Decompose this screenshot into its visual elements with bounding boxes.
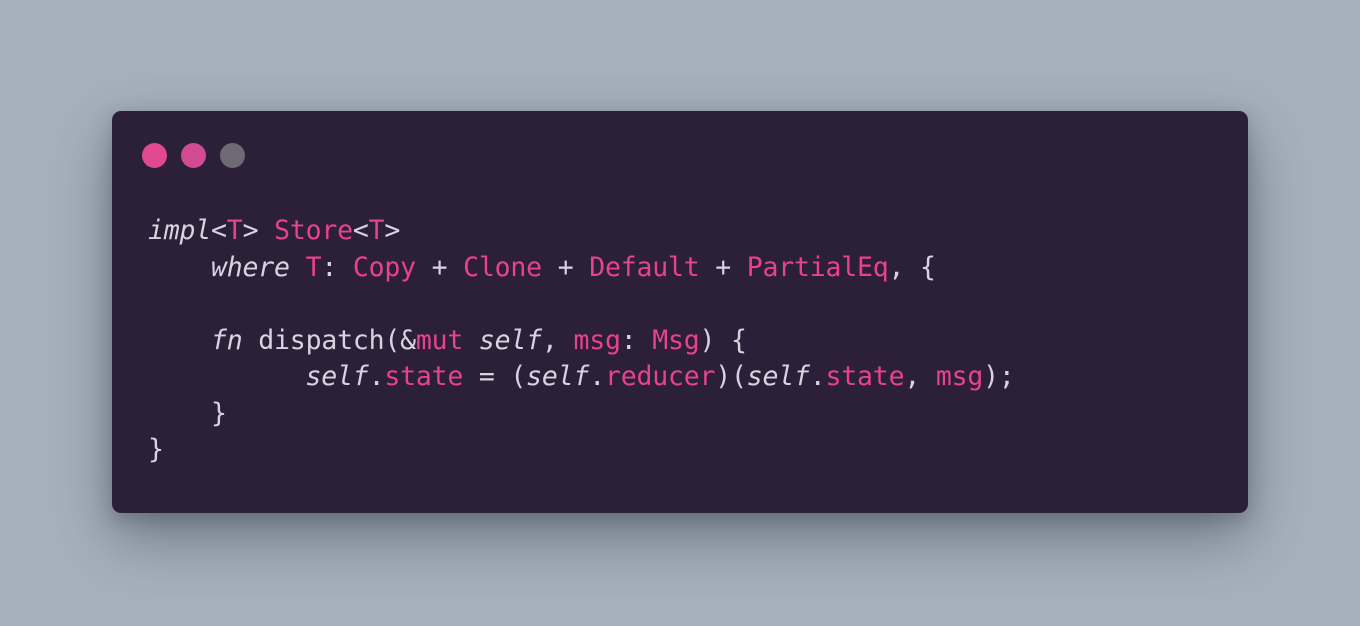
code-token: Default xyxy=(589,251,700,283)
code-token: Msg xyxy=(652,324,700,356)
window-controls xyxy=(142,143,245,168)
code-token: = ( xyxy=(463,361,527,392)
code-token: . xyxy=(589,361,605,392)
code-token: self xyxy=(478,324,542,356)
code-token: < xyxy=(211,215,227,246)
code-token: T xyxy=(226,215,243,246)
code-token: . xyxy=(368,361,385,392)
code-token: T xyxy=(368,215,385,246)
code-token: < xyxy=(352,215,369,246)
maximize-dot-icon[interactable] xyxy=(220,143,245,168)
close-dot-icon[interactable] xyxy=(142,143,167,168)
code-token: PartialEq xyxy=(746,251,889,283)
code-token: + xyxy=(415,251,464,283)
code-line: where T: Copy + Clone + Default + Partia… xyxy=(148,250,1015,287)
code-token: reducer xyxy=(604,361,716,392)
code-token: : xyxy=(321,251,353,283)
code-token: : xyxy=(620,324,653,356)
code-token: dispatch(& xyxy=(242,324,416,356)
code-token: , xyxy=(904,361,936,392)
code-token: } xyxy=(148,397,227,429)
code-token: Copy xyxy=(352,251,416,283)
code-line: impl<T> Store<T> xyxy=(148,213,1015,250)
code-token: state xyxy=(384,361,464,392)
code-token: ) { xyxy=(699,324,747,356)
code-token: state xyxy=(825,361,905,392)
code-token: , { xyxy=(888,251,936,283)
code-token: impl xyxy=(148,215,212,246)
code-token: mut xyxy=(415,324,464,356)
code-token: where xyxy=(211,251,290,283)
code-token: Store xyxy=(274,215,353,246)
code-window: impl<T> Store<T> where T: Copy + Clone +… xyxy=(112,111,1248,513)
code-token: msg xyxy=(573,324,621,356)
code-line: self.state = (self.reducer)(self.state, … xyxy=(148,359,1015,396)
code-token: self xyxy=(746,361,810,392)
code-token: self xyxy=(305,361,369,392)
code-block: impl<T> Store<T> where T: Copy + Clone +… xyxy=(148,213,1015,469)
minimize-dot-icon[interactable] xyxy=(181,143,206,168)
code-token: Clone xyxy=(463,251,542,283)
code-token: > xyxy=(384,215,401,246)
code-line: } xyxy=(148,432,1015,469)
code-token: . xyxy=(809,361,826,392)
code-token: + xyxy=(699,251,747,283)
code-token: , xyxy=(541,324,574,356)
code-token: )( xyxy=(715,361,747,392)
code-token: self xyxy=(526,361,590,392)
code-token: T xyxy=(305,251,322,283)
code-token: msg xyxy=(935,361,984,392)
code-token: fn xyxy=(211,324,243,356)
code-line: fn dispatch(&mut self, msg: Msg) { xyxy=(148,323,1015,360)
code-token: + xyxy=(541,251,590,283)
code-token: > xyxy=(242,215,275,246)
code-token: } xyxy=(148,434,164,465)
code-line: } xyxy=(148,396,1015,433)
code-token: ); xyxy=(983,361,1015,392)
